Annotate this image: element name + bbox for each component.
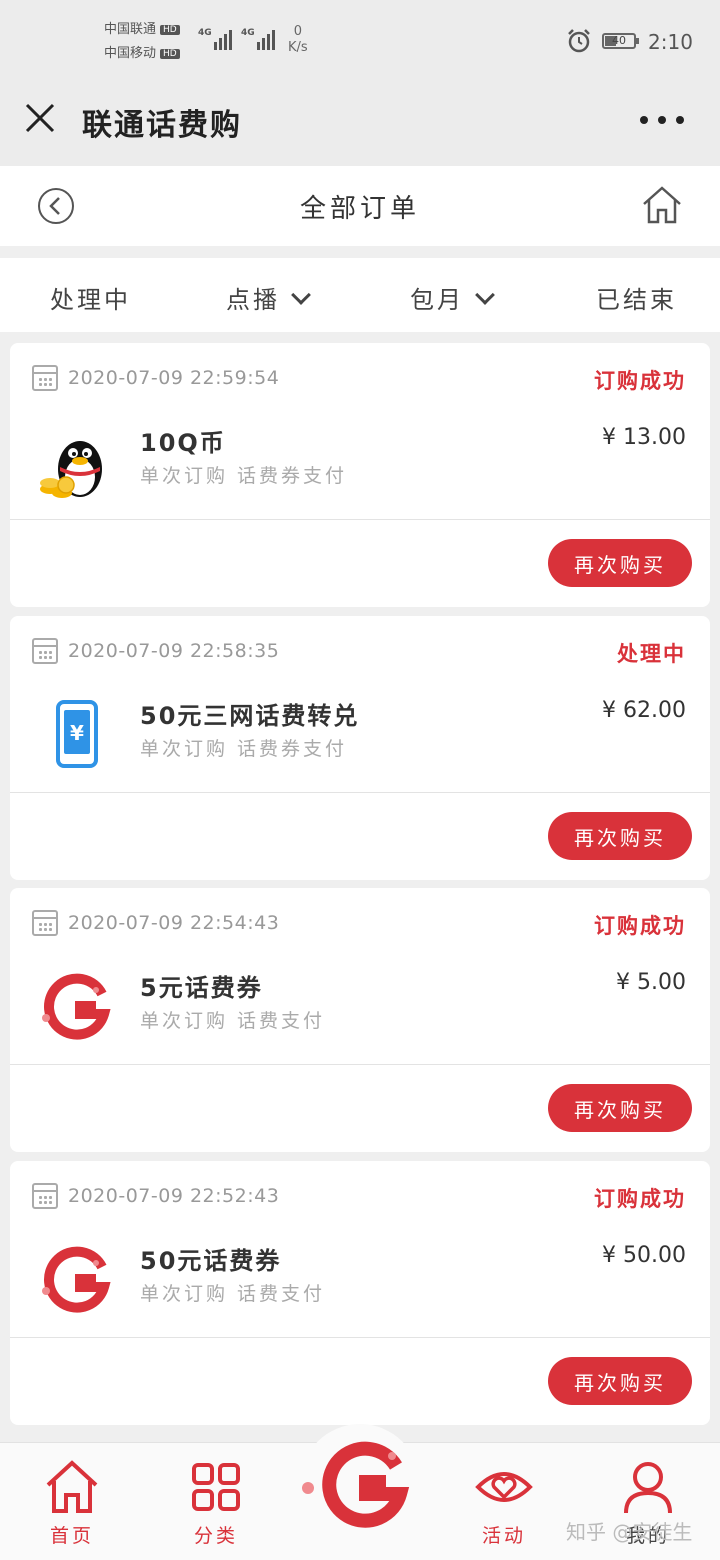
page-title: 全部订单 (299, 194, 420, 224)
calendar-icon (32, 638, 58, 664)
network-type-2: 4G (241, 28, 255, 38)
order-meta: 单次订购 话费支付 (140, 1283, 326, 1305)
carrier-1-name: 中国联通 (104, 22, 157, 37)
watermark: 知乎 @安徒生 (566, 1520, 693, 1544)
app-bar: 联通话费购 (0, 80, 720, 166)
order-card[interactable]: 2020-07-09 22:52:43 订购成功 50元话费券 单次订购 话费支… (10, 1161, 710, 1425)
tab-label: 分类 (193, 1525, 238, 1547)
divider (10, 519, 710, 520)
buy-again-button[interactable]: 再次购买 (548, 1357, 692, 1405)
filter-label: 点播 (226, 286, 280, 314)
carrier-2: 中国移动 HD (104, 42, 180, 61)
filter-processing[interactable]: 处理中 (50, 280, 131, 315)
filter-monthly[interactable]: 包月 (410, 280, 495, 315)
center-logo-button[interactable] (300, 1424, 420, 1544)
unicom-g-logo-icon (42, 1246, 111, 1313)
order-meta: 单次订购 话费券支付 (140, 738, 348, 760)
alarm-icon (568, 29, 590, 53)
unicom-g-logo-icon (42, 973, 111, 1040)
order-card[interactable]: 2020-07-09 22:54:43 订购成功 5元话费券 单次订购 话费支付… (10, 888, 710, 1152)
tab-home[interactable]: 首页 (22, 1457, 122, 1548)
buy-again-button[interactable]: 再次购买 (548, 1084, 692, 1132)
network-type-1: 4G (198, 28, 212, 38)
tab-activity[interactable]: 活动 (454, 1457, 554, 1548)
qq-penguin-icon (40, 441, 102, 498)
order-meta: 单次订购 话费支付 (140, 1010, 326, 1032)
network-speed: 0 K/s (288, 24, 308, 56)
order-date: 2020-07-09 22:59:54 (68, 367, 280, 389)
filter-label: 处理中 (50, 286, 131, 314)
grid-icon (192, 1463, 240, 1511)
calendar-icon (32, 910, 58, 936)
clock: 2:10 (648, 30, 693, 54)
product-name: 10Q币 (140, 429, 226, 457)
order-meta: 单次订购 话费券支付 (140, 465, 348, 487)
home-icon (46, 1460, 98, 1513)
chevron-down-icon (291, 285, 311, 305)
speed-unit: K/s (288, 40, 308, 55)
hd-badge: HD (160, 24, 180, 35)
order-date: 2020-07-09 22:52:43 (68, 1185, 280, 1207)
order-status: 订购成功 (594, 914, 686, 938)
filter-label: 包月 (410, 286, 464, 314)
user-icon (624, 1462, 672, 1514)
divider (10, 1064, 710, 1065)
order-status: 订购成功 (594, 1187, 686, 1211)
filter-on-demand[interactable]: 点播 (226, 280, 311, 315)
calendar-icon (32, 1183, 58, 1209)
speed-value: 0 (293, 24, 302, 39)
chevron-down-icon (475, 285, 495, 305)
order-card[interactable]: 2020-07-09 22:58:35 处理中 ¥ 50元三网话费转兑 单次订购… (10, 616, 710, 880)
eye-heart-icon (475, 1472, 533, 1502)
order-status: 处理中 (617, 642, 686, 666)
close-icon[interactable] (24, 102, 56, 134)
order-price: ¥ 62.00 (602, 698, 686, 723)
order-card[interactable]: 2020-07-09 22:59:54 订购成功 10Q币 单次订购 话费券支付… (10, 343, 710, 607)
tab-label: 活动 (481, 1525, 526, 1547)
home-icon[interactable] (640, 184, 684, 226)
product-name: 5元话费券 (140, 974, 263, 1002)
order-date: 2020-07-09 22:58:35 (68, 640, 280, 662)
buy-again-button[interactable]: 再次购买 (548, 539, 692, 587)
battery-icon: 40 (602, 33, 639, 49)
filter-label: 已结束 (596, 286, 677, 314)
sub-header: 全部订单 (0, 166, 720, 246)
filter-finished[interactable]: 已结束 (596, 280, 677, 315)
battery-text: 40 (612, 34, 626, 47)
order-price: ¥ 13.00 (602, 425, 686, 450)
order-filter-bar: 处理中 点播 包月 已结束 (0, 258, 720, 332)
status-bar: 中国联通 HD 中国移动 HD 4G 4G 0 K/s 40 2:10 (0, 0, 720, 80)
divider (10, 1337, 710, 1338)
order-status: 订购成功 (594, 369, 686, 393)
more-menu-icon[interactable] (640, 116, 688, 130)
divider (10, 792, 710, 793)
calendar-icon (32, 365, 58, 391)
order-date: 2020-07-09 22:54:43 (68, 912, 280, 934)
order-price: ¥ 5.00 (616, 970, 686, 995)
buy-again-button[interactable]: 再次购买 (548, 812, 692, 860)
carrier-1: 中国联通 HD (104, 18, 180, 37)
svg-text:¥: ¥ (70, 721, 84, 745)
product-name: 50元话费券 (140, 1247, 282, 1275)
carrier-2-name: 中国移动 (104, 46, 157, 61)
hd-badge: HD (160, 48, 180, 59)
unicom-g-logo-icon (302, 1441, 410, 1528)
phone-yuan-icon: ¥ (56, 700, 98, 768)
tab-label: 首页 (49, 1525, 94, 1547)
order-price: ¥ 50.00 (602, 1243, 686, 1268)
product-name: 50元三网话费转兑 (140, 702, 360, 730)
tab-category[interactable]: 分类 (166, 1457, 266, 1548)
app-title: 联通话费购 (82, 108, 242, 143)
